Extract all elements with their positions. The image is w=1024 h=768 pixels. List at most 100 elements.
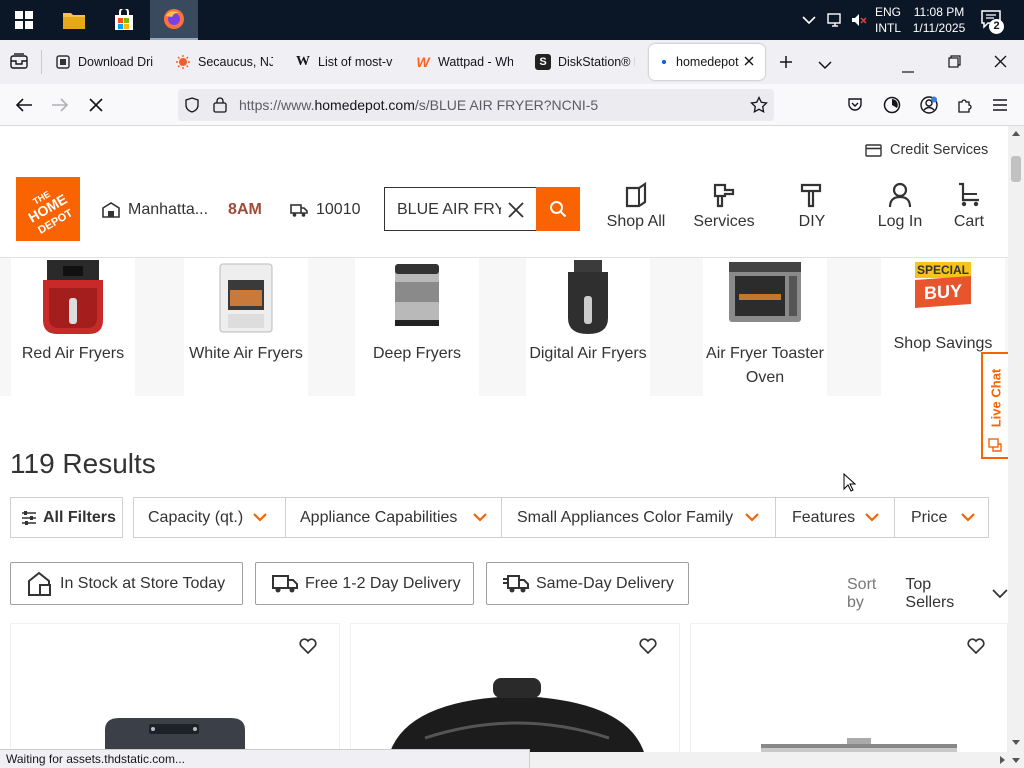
favorite-heart-icon[interactable]: [967, 638, 985, 659]
diy-hammer-icon: [800, 183, 822, 208]
category-deep-fryers[interactable]: Deep Fryers: [355, 258, 479, 396]
category-red-air-fryers[interactable]: Red Air Fryers: [11, 258, 135, 396]
vertical-scrollbar[interactable]: [1008, 126, 1024, 752]
nav-label: Log In: [877, 213, 923, 230]
file-explorer-icon[interactable]: [50, 0, 98, 40]
stop-loading-icon[interactable]: [81, 90, 111, 120]
delivery-zip-selector[interactable]: 10010: [290, 201, 361, 219]
new-tab-plus-icon[interactable]: [778, 54, 794, 75]
network-icon[interactable]: [826, 11, 844, 34]
windows-start-icon[interactable]: [0, 0, 48, 40]
shop-all-box-icon: [625, 182, 647, 208]
home-depot-logo[interactable]: THE HOME DEPOT: [16, 177, 80, 241]
digital-air-fryer-image: [548, 260, 628, 336]
list-all-tabs-chevron-icon[interactable]: [818, 57, 832, 75]
product-card[interactable]: [10, 623, 340, 752]
category-label: Digital Air Fryers: [529, 345, 647, 362]
bookmark-star-icon[interactable]: [750, 95, 768, 119]
credit-services-label: Credit Services: [890, 142, 989, 158]
all-filters-button[interactable]: All Filters: [10, 497, 123, 538]
tab-homedepot-active[interactable]: homedepot: [649, 44, 765, 80]
user-icon: [888, 182, 912, 208]
horizontal-scrollbar[interactable]: [530, 752, 1008, 768]
filter-price-dropdown[interactable]: Price: [894, 497, 989, 538]
product-card[interactable]: [350, 623, 680, 752]
tracking-protection-shield-icon[interactable]: [185, 97, 199, 118]
tab-wikipedia-list[interactable]: W List of most-vi: [285, 44, 403, 80]
lock-icon[interactable]: [213, 96, 227, 118]
live-chat-tab[interactable]: Live Chat: [981, 352, 1008, 459]
tab-secaucus-weather[interactable]: Secaucus, NJ D: [165, 44, 283, 80]
system-clock[interactable]: 11:08 PM 1/11/2025: [906, 4, 972, 36]
show-hidden-icons-chevron-icon[interactable]: [802, 12, 816, 30]
filter-appliance-capabilities-dropdown[interactable]: Appliance Capabilities: [285, 497, 502, 538]
url-prefix: https://www.: [239, 97, 315, 113]
category-label: White Air Fryers: [189, 345, 303, 362]
nav-log-in[interactable]: Log In: [865, 182, 935, 231]
hamburger-menu-icon[interactable]: [985, 90, 1015, 120]
free-delivery-toggle[interactable]: Free 1-2 Day Delivery: [255, 562, 474, 605]
tab-diskstation[interactable]: S DiskStation® D: [525, 44, 645, 80]
favorite-heart-icon[interactable]: [639, 638, 657, 659]
store-hours: 8AM: [228, 201, 262, 218]
tab-download-drivers[interactable]: Download Dri: [45, 44, 163, 80]
scroll-down-arrow-icon[interactable]: [1012, 740, 1020, 746]
window-restore-icon[interactable]: [948, 55, 961, 73]
store-selector[interactable]: Manhatta... 8AM: [102, 201, 262, 219]
back-arrow-icon[interactable]: [9, 90, 39, 120]
store-pickup-icon: [28, 571, 51, 596]
scroll-up-arrow-icon[interactable]: [1012, 130, 1020, 136]
category-white-air-fryers[interactable]: White Air Fryers: [184, 258, 308, 396]
account-avatar-icon[interactable]: [914, 90, 944, 120]
sort-dropdown[interactable]: Sort by Top Sellers: [847, 576, 1008, 612]
chevron-down-icon: [992, 589, 1008, 599]
category-digital-air-fryers[interactable]: Digital Air Fryers: [526, 258, 650, 396]
favorite-heart-icon[interactable]: [299, 638, 317, 659]
category-air-fryer-toaster-oven[interactable]: Air Fryer Toaster Oven: [703, 258, 827, 396]
clear-search-icon[interactable]: [507, 201, 525, 224]
scroll-right-arrow-icon[interactable]: [1000, 756, 1006, 764]
vertical-scroll-thumb[interactable]: [1011, 156, 1021, 182]
mouse-cursor-icon: [843, 473, 857, 492]
scroll-down-arrow-icon[interactable]: [1012, 756, 1020, 764]
tab-label: Download Dri: [78, 55, 153, 69]
tab-wattpad[interactable]: W Wattpad - Whe: [405, 44, 523, 80]
url-path: /s/BLUE AIR FRYER?NCNI-5: [414, 97, 599, 113]
nav-services[interactable]: Services: [689, 182, 759, 231]
window-close-icon[interactable]: [994, 55, 1007, 73]
filter-features-dropdown[interactable]: Features: [775, 497, 895, 538]
firefox-view-icon[interactable]: [10, 53, 28, 74]
microsoft-store-icon[interactable]: [100, 0, 148, 40]
red-air-fryer-image: [33, 260, 113, 336]
firefox-taskbar-icon[interactable]: [150, 0, 198, 40]
forward-arrow-icon[interactable]: [45, 90, 75, 120]
synology-favicon: S: [535, 54, 551, 70]
homedepot-header: Credit Services THE HOME DEPOT Manhatta.…: [0, 126, 1008, 258]
search-button[interactable]: [536, 187, 580, 231]
browser-status-bar: Waiting for assets.thdstatic.com...: [0, 749, 530, 768]
input-language-indicator[interactable]: ENG INTL: [870, 4, 906, 36]
address-bar[interactable]: https://www.homedepot.com/s/BLUE AIR FRY…: [178, 89, 774, 121]
chevron-down-icon: [253, 513, 267, 522]
in-stock-at-store-toggle[interactable]: In Stock at Store Today: [10, 562, 243, 605]
chat-bubble-icon: [988, 438, 1003, 458]
search-input[interactable]: BLUE AIR FRY: [384, 187, 536, 231]
nav-diy[interactable]: DIY: [777, 182, 847, 231]
nav-cart[interactable]: Cart: [934, 182, 1004, 231]
pocket-icon[interactable]: [840, 90, 870, 120]
notification-center-icon[interactable]: 2: [980, 9, 1008, 34]
url-text[interactable]: https://www.homedepot.com/s/BLUE AIR FRY…: [239, 97, 598, 113]
window-minimize-icon[interactable]: [902, 60, 914, 78]
product-card[interactable]: [690, 623, 1008, 752]
chevron-down-icon: [745, 513, 759, 522]
filter-color-family-dropdown[interactable]: Small Appliances Color Family: [501, 497, 776, 538]
tab-close-icon[interactable]: [743, 55, 755, 70]
product-image-air-fryer: [105, 718, 245, 752]
volume-muted-icon[interactable]: [850, 11, 868, 34]
same-day-delivery-toggle[interactable]: Same-Day Delivery: [486, 562, 689, 605]
filter-capacity-dropdown[interactable]: Capacity (qt.): [133, 497, 286, 538]
credit-services-link[interactable]: Credit Services: [865, 142, 988, 158]
firefox-extension-timer-icon[interactable]: [877, 90, 907, 120]
extensions-puzzle-icon[interactable]: [950, 90, 980, 120]
nav-shop-all[interactable]: Shop All: [601, 182, 671, 231]
